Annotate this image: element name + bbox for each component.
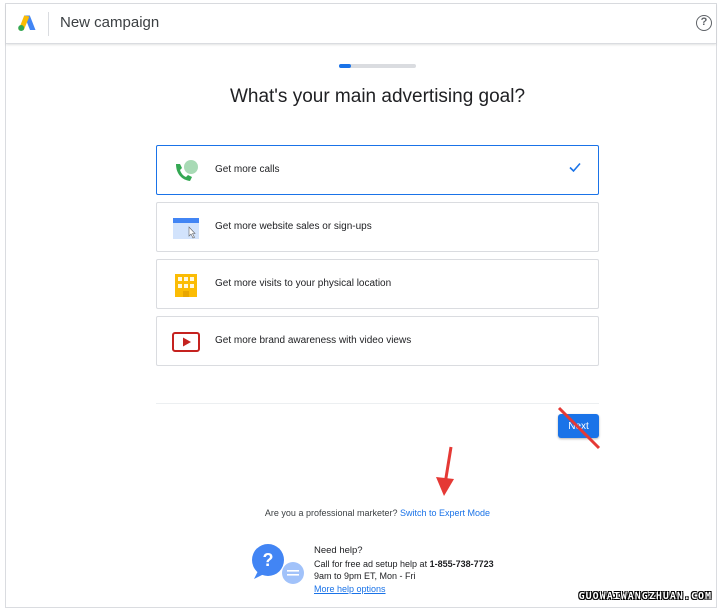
help-chat-bubbles-icon: ? xyxy=(252,544,304,584)
goal-label: Get more brand awareness with video view… xyxy=(215,335,412,346)
expert-mode-prompt: Are you a professional marketer? Switch … xyxy=(0,508,720,518)
goal-option-calls[interactable]: Get more calls xyxy=(156,145,599,195)
help-text: Need help? Call for free ad setup help a… xyxy=(314,545,494,595)
help-icon[interactable]: ? xyxy=(696,15,712,31)
watermark: GUOWAIWANGZHUAN.COM xyxy=(578,591,712,602)
section-divider xyxy=(156,403,599,404)
goal-label: Get more website sales or sign-ups xyxy=(215,221,372,232)
top-bar: New campaign ? xyxy=(6,4,716,44)
help-hours: 9am to 9pm ET, Mon - Fri xyxy=(314,571,416,581)
progress-bar xyxy=(339,64,416,68)
google-ads-logo-icon xyxy=(18,15,36,31)
video-play-icon xyxy=(172,332,200,352)
switch-to-expert-mode-link[interactable]: Switch to Expert Mode xyxy=(400,508,490,518)
website-icon xyxy=(173,218,199,239)
goal-option-physical-visits[interactable]: Get more visits to your physical locatio… xyxy=(156,259,599,309)
goal-label: Get more calls xyxy=(215,164,280,175)
goal-option-website-sales[interactable]: Get more website sales or sign-ups xyxy=(156,202,599,252)
next-button[interactable]: Next xyxy=(558,414,599,438)
more-help-options-link[interactable]: More help options xyxy=(314,583,494,596)
page-title: New campaign xyxy=(60,14,160,31)
header-divider xyxy=(48,12,49,36)
help-call-line: Call for free ad setup help at 1-855-738… xyxy=(314,558,494,571)
help-phone-number: 1-855-738-7723 xyxy=(429,558,494,569)
svg-text:?: ? xyxy=(263,550,274,570)
help-title: Need help? xyxy=(314,545,363,556)
progress-bar-fill xyxy=(339,64,351,68)
goal-question-heading: What's your main advertising goal? xyxy=(229,86,526,107)
phone-icon xyxy=(176,160,198,181)
building-icon xyxy=(175,274,197,297)
expert-prompt-text: Are you a professional marketer? xyxy=(264,508,398,518)
help-section: ? Need help? Call for free ad setup help… xyxy=(250,543,550,603)
checkmark-icon xyxy=(569,162,581,173)
help-call-prefix: Call for free ad setup help at xyxy=(314,558,428,569)
goal-option-brand-awareness[interactable]: Get more brand awareness with video view… xyxy=(156,316,599,366)
goal-label: Get more visits to your physical locatio… xyxy=(215,278,392,289)
